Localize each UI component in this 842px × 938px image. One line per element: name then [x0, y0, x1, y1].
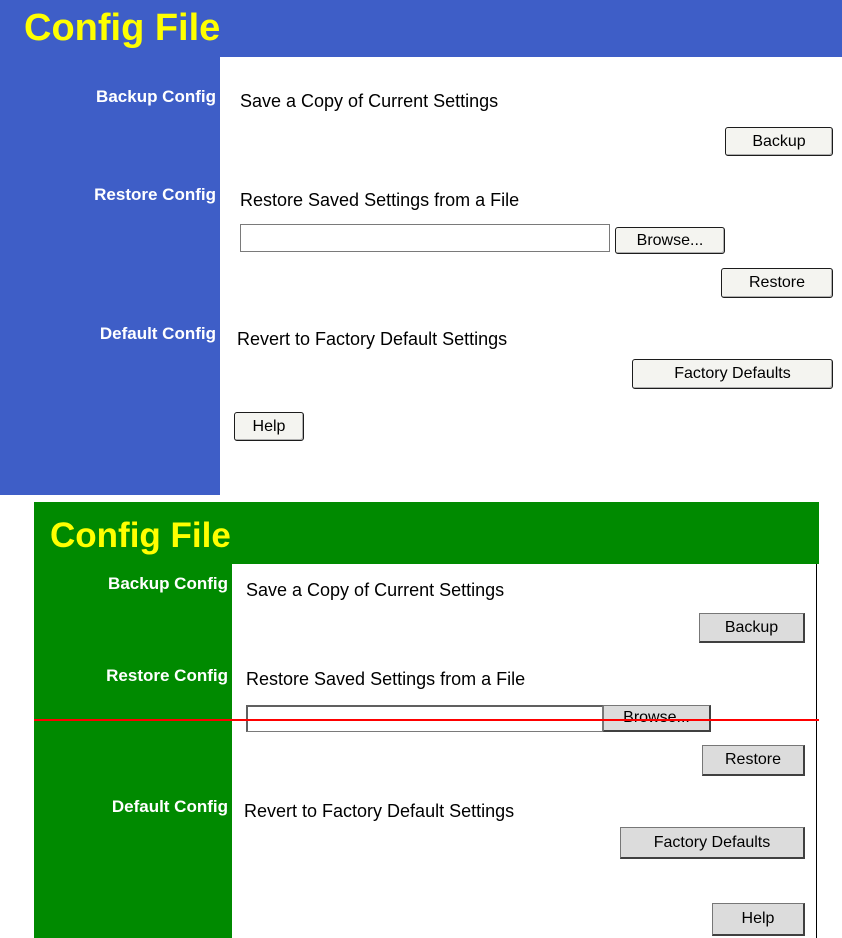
restore-file-input[interactable]	[240, 224, 610, 252]
help-button[interactable]: Help	[234, 412, 304, 441]
default-config-label: Default Config	[111, 797, 228, 816]
sidebar: Backup Config Restore Config Default Con…	[34, 564, 232, 938]
backup-button[interactable]: Backup	[725, 127, 833, 156]
backup-config-label: Backup Config	[96, 87, 216, 106]
page-header: Config File	[34, 502, 819, 564]
backup-config-label: Backup Config	[108, 574, 228, 593]
page-title: Config File	[24, 7, 221, 49]
factory-defaults-button[interactable]: Factory Defaults	[620, 827, 805, 859]
backup-button[interactable]: Backup	[699, 613, 805, 643]
restore-button[interactable]: Restore	[702, 745, 805, 776]
page-title: Config File	[50, 516, 231, 555]
sidebar: Backup Config Restore Config Default Con…	[0, 57, 220, 495]
divider-line	[34, 719, 819, 721]
config-file-panel-green: Config File Backup Config Restore Config…	[34, 502, 819, 938]
factory-defaults-button[interactable]: Factory Defaults	[632, 359, 833, 389]
default-config-label: Default Config	[99, 324, 216, 343]
restore-config-label: Restore Config	[94, 185, 216, 204]
config-file-panel-blue: Config File Backup Config Restore Config…	[0, 0, 842, 495]
backup-description: Save a Copy of Current Settings	[246, 580, 505, 600]
default-description: Revert to Factory Default Settings	[237, 329, 508, 349]
restore-description: Restore Saved Settings from a File	[240, 190, 520, 210]
backup-description: Save a Copy of Current Settings	[240, 91, 499, 111]
help-button[interactable]: Help	[712, 903, 805, 936]
restore-button[interactable]: Restore	[721, 268, 833, 298]
browse-button[interactable]: Browse...	[615, 227, 725, 254]
default-description: Revert to Factory Default Settings	[244, 801, 515, 821]
page-header: Config File	[0, 0, 842, 57]
restore-description: Restore Saved Settings from a File	[246, 669, 526, 689]
restore-config-label: Restore Config	[106, 666, 228, 685]
content-area: Save a Copy of Current Settings Backup R…	[220, 57, 842, 495]
content-area: Save a Copy of Current Settings Backup R…	[232, 564, 817, 938]
